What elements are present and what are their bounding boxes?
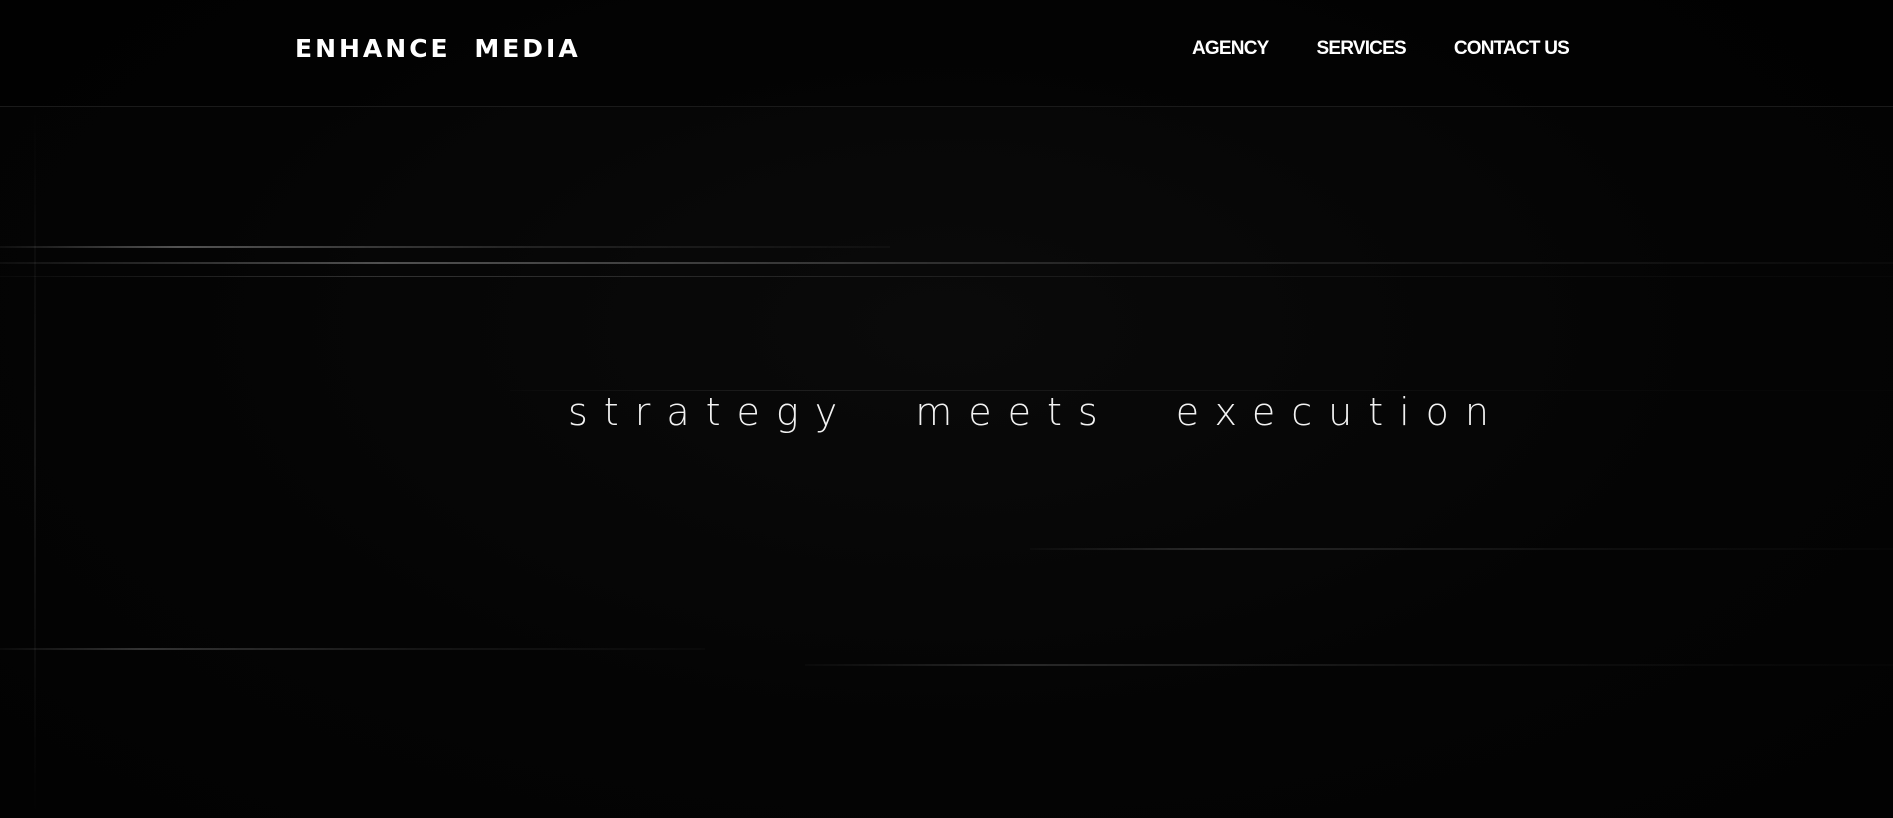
brand-logo[interactable]: ENHANCE MEDIA <box>295 34 581 63</box>
light-streak <box>805 664 1893 666</box>
light-streak <box>0 276 1893 277</box>
light-streak <box>1030 548 1893 550</box>
nav-item-contact-us[interactable]: CONTACT US <box>1454 38 1570 60</box>
nav-item-agency[interactable]: AGENCY <box>1192 38 1269 60</box>
scan-line <box>34 106 36 818</box>
nav-item-services[interactable]: SERVICES <box>1317 38 1407 60</box>
main-nav: AGENCY SERVICES CONTACT US <box>1192 38 1570 60</box>
light-streak <box>0 262 1893 264</box>
site-header: ENHANCE MEDIA AGENCY SERVICES CONTACT US <box>0 0 1893 107</box>
light-streak <box>0 246 890 248</box>
light-streak <box>0 648 705 650</box>
hero-tagline: strategy meets execution <box>568 390 1505 434</box>
